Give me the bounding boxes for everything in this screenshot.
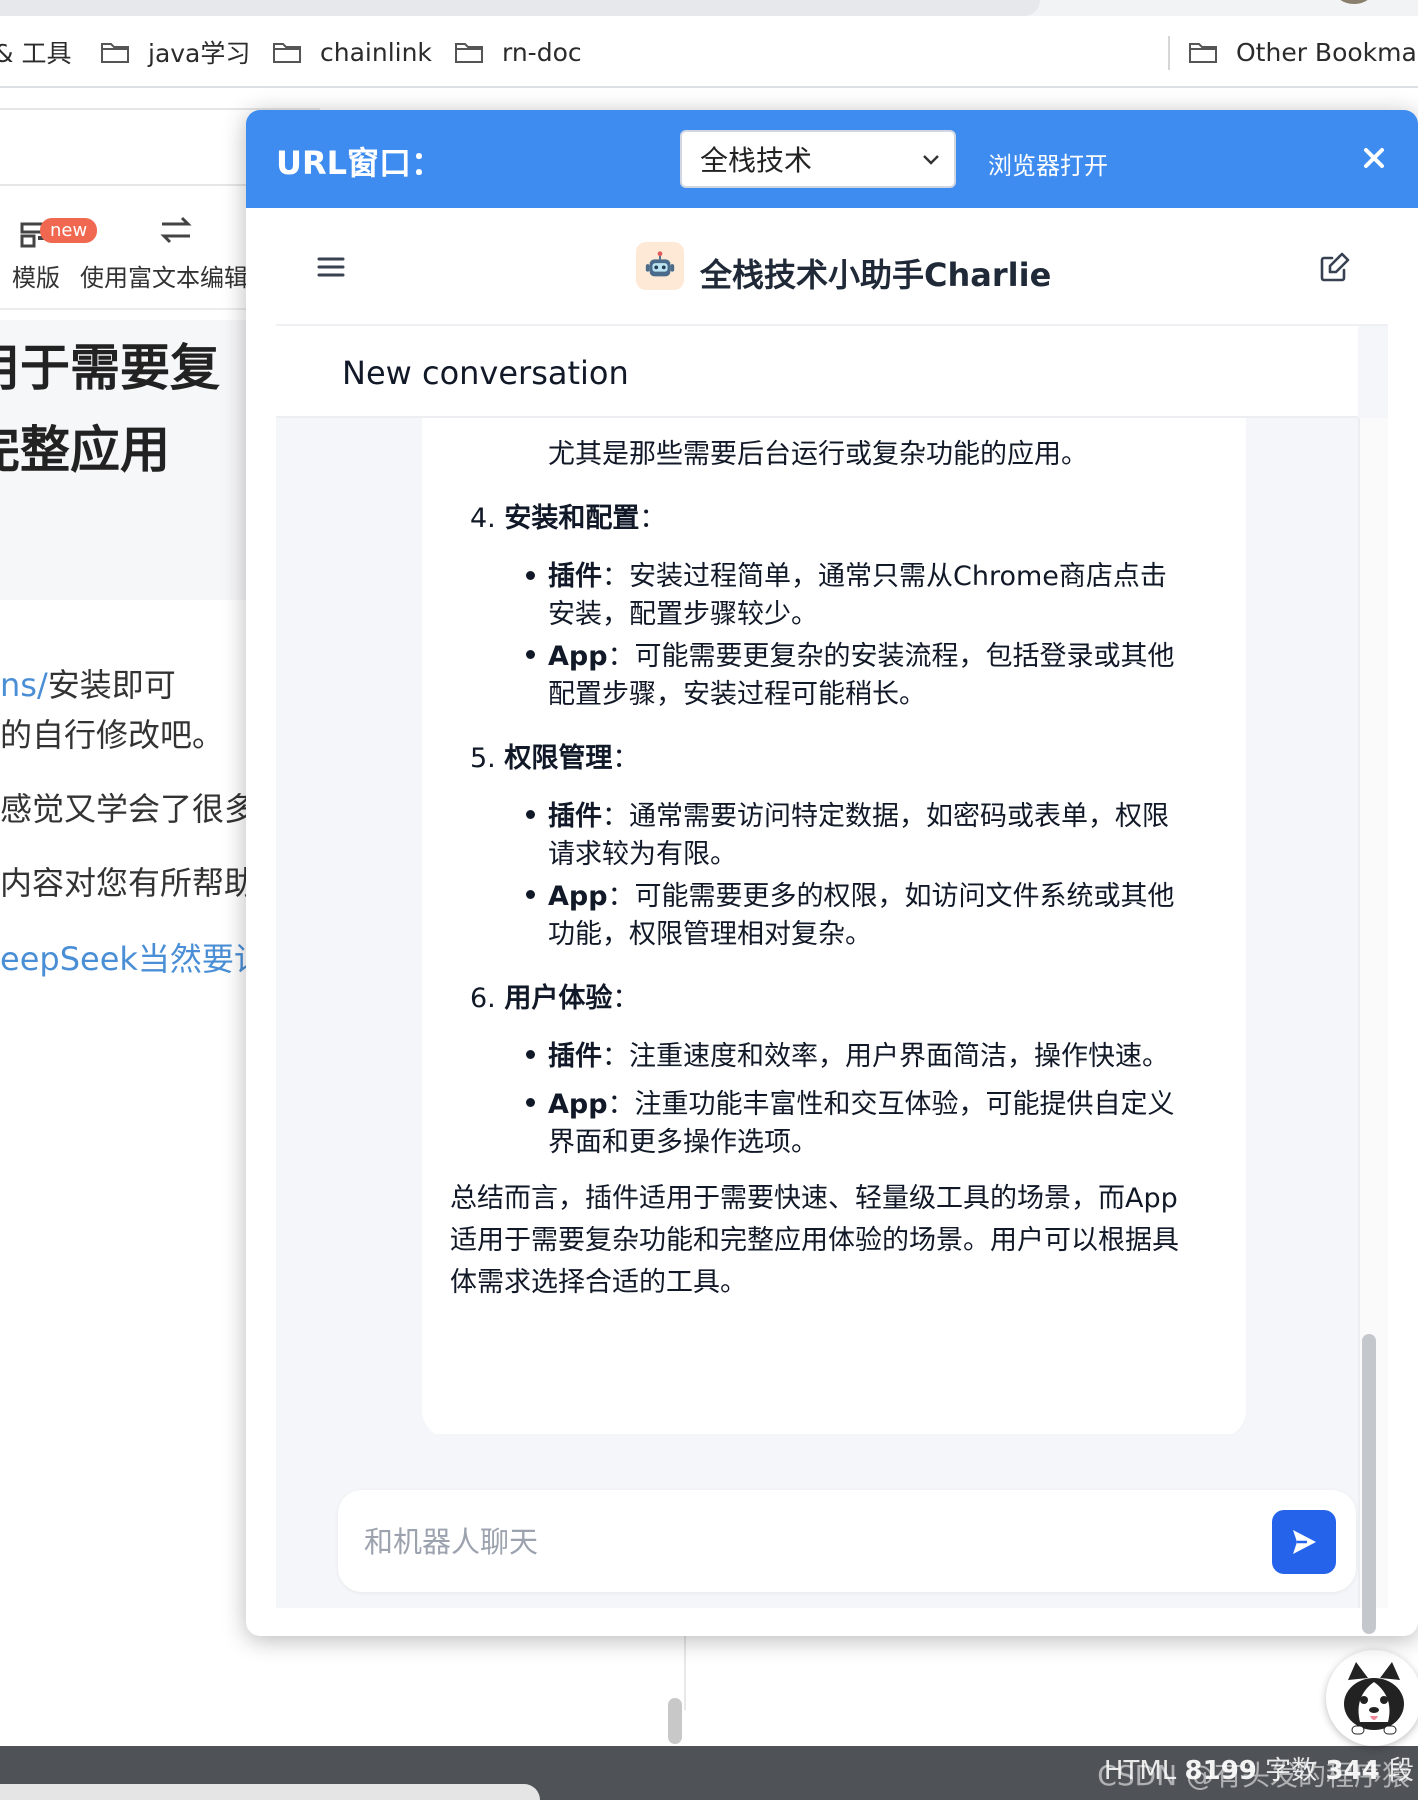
send-button[interactable] xyxy=(1272,1510,1336,1574)
husky-icon xyxy=(1344,1662,1404,1735)
article-line: 感觉又学会了很多 xyxy=(0,790,257,828)
url-window-header: URL窗口： 全栈技术 浏览器打开 xyxy=(246,110,1418,208)
bullet-line: 界面和更多操作选项。 xyxy=(548,1127,818,1158)
close-icon[interactable] xyxy=(1352,136,1396,180)
message-list: 尤其是那些需要后台运行或复杂功能的应用。 4. 安装和配置： 插件：安装过程简单… xyxy=(276,418,1358,1434)
url-select[interactable]: 全栈技术 xyxy=(680,130,956,188)
chat-header: 全栈技术小助手Charlie xyxy=(276,208,1388,326)
bullet-item: 插件：注重速度和效率，用户界面简洁，操作快速。 xyxy=(548,1041,1169,1072)
new-badge: new xyxy=(40,218,98,243)
summary-line: 适用于需要复杂功能和完整应用体验的场景。用户可以根据具 xyxy=(450,1225,1179,1256)
robot-icon xyxy=(636,242,684,290)
bullet-item: 插件：通常需要访问特定数据，如密码或表单，权限 xyxy=(548,801,1169,832)
section-heading: 5. 权限管理： xyxy=(470,743,640,774)
conversation-bar: New conversation xyxy=(276,326,1358,418)
open-in-browser-link[interactable]: 浏览器打开 xyxy=(988,146,1108,181)
folder-icon xyxy=(1188,40,1218,64)
bookmark-rn-doc[interactable]: rn-doc xyxy=(454,36,582,68)
bullet-line: 安装，配置步骤较少。 xyxy=(548,599,818,630)
bullet-item: App：注重功能丰富性和交互体验，可能提供自定义 xyxy=(548,1089,1175,1120)
chat-input[interactable] xyxy=(364,1520,1224,1564)
watermark: CSDN @有头发的程序猿 xyxy=(1097,1759,1410,1792)
article-line: ns/安装即可 xyxy=(0,666,176,704)
bullet-line: 请求较为有限。 xyxy=(548,839,737,870)
bookmarks-separator xyxy=(1168,36,1170,70)
bullet-line: 配置步骤，安装过程可能稍长。 xyxy=(548,679,926,710)
browser-tab[interactable] xyxy=(0,0,1040,16)
assistant-message: 尤其是那些需要后台运行或复杂功能的应用。 4. 安装和配置： 插件：安装过程简单… xyxy=(422,418,1246,1434)
browser-tab-strip xyxy=(0,0,1418,16)
folder-icon xyxy=(454,40,484,64)
summary-line: 体需求选择合适的工具。 xyxy=(450,1267,747,1298)
article-line: 的自行修改吧。 xyxy=(0,716,225,754)
conversation-title[interactable]: New conversation xyxy=(342,354,629,392)
folder-icon xyxy=(100,40,130,64)
bookmark-chainlink[interactable]: chainlink xyxy=(272,36,432,68)
bullet-line: 功能，权限管理相对复杂。 xyxy=(548,919,872,950)
send-icon xyxy=(1293,1530,1316,1554)
summary-line: 总结而言，插件适用于需要快速、轻量级工具的场景，而App xyxy=(450,1183,1178,1214)
menu-icon[interactable] xyxy=(316,252,346,282)
url-window-title: URL窗口： xyxy=(276,144,444,182)
bullet-item: App：可能需要更复杂的安装流程，包括登录或其他 xyxy=(548,641,1175,672)
profile-avatar[interactable] xyxy=(1334,0,1374,4)
bookmarks-bar: & 工具 java学习 chainlink rn-doc Other Bookm… xyxy=(0,16,1418,88)
bookmark-java[interactable]: java学习 xyxy=(100,36,250,68)
bot-name: 全栈技术小助手Charlie xyxy=(700,256,1052,294)
chat-input-box xyxy=(338,1490,1356,1592)
chevron-down-icon xyxy=(923,155,939,165)
bookmark-other[interactable]: Other Bookmarks xyxy=(1188,36,1418,68)
chat-frame: 全栈技术小助手Charlie New conversation 尤其是那些需要后… xyxy=(276,208,1388,1634)
new-chat-edit-icon[interactable] xyxy=(1318,250,1352,284)
bullet-item: 插件：安装过程简单，通常只需从Chrome商店点击 xyxy=(548,561,1167,592)
folder-icon xyxy=(272,40,302,64)
message-line: 尤其是那些需要后台运行或复杂功能的应用。 xyxy=(548,439,1088,470)
bullet-item: App：可能需要更多的权限，如访问文件系统或其他 xyxy=(548,881,1175,912)
article-line: 内容对您有所帮助 xyxy=(0,864,257,902)
mascot-avatar[interactable] xyxy=(1326,1650,1418,1746)
swap-arrows-icon xyxy=(156,210,196,250)
editor-scrollbar[interactable] xyxy=(668,1698,682,1744)
rich-text-button[interactable]: 使用富文本编辑器 xyxy=(80,210,272,293)
chat-scrollbar-thumb[interactable] xyxy=(1362,1334,1376,1634)
section-heading: 4. 安装和配置： xyxy=(470,503,667,534)
section-heading: 6. 用户体验： xyxy=(470,983,640,1014)
article-title: 用于需要复 完整应用 xyxy=(0,320,260,600)
bookmark-tools[interactable]: & 工具 xyxy=(0,36,71,68)
url-window: URL窗口： 全栈技术 浏览器打开 全栈技术小助手Charlie New con… xyxy=(246,110,1418,1636)
